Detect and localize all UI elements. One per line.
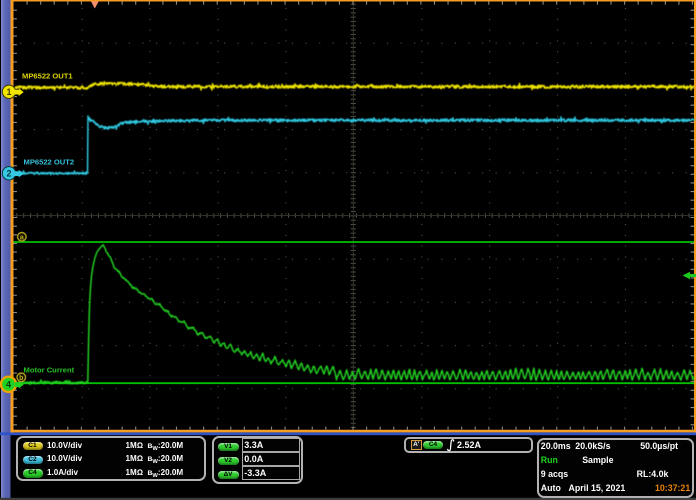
svg-text:4: 4 [6,380,11,390]
svg-text:2: 2 [6,169,11,179]
svg-text:MP6522 OUT2: MP6522 OUT2 [24,158,75,167]
svg-text:Motor Current: Motor Current [24,366,75,375]
svg-text:a: a [20,235,24,242]
svg-text:MP6522 OUT1: MP6522 OUT1 [22,72,73,81]
svg-text:1: 1 [6,87,11,97]
svg-text:b: b [19,375,23,382]
